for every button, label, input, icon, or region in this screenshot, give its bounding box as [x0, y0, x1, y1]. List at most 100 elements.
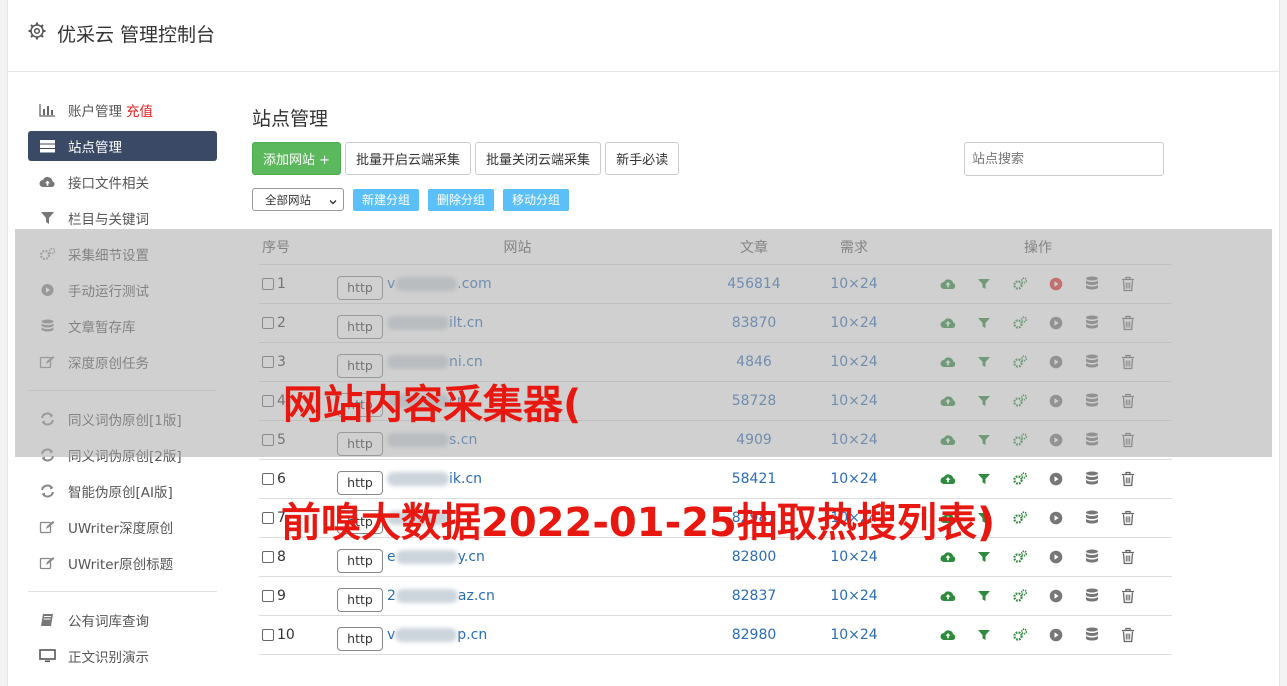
cloud-upload-icon: [39, 175, 56, 190]
play-circle-icon[interactable]: [1048, 549, 1064, 565]
move-group-button[interactable]: 移动分组: [503, 188, 570, 211]
gray-overlay: [15, 229, 1272, 457]
guide-button[interactable]: 新手必读: [605, 142, 680, 175]
trash-icon[interactable]: [1120, 627, 1136, 643]
gears-icon[interactable]: [1012, 627, 1028, 643]
page-title: 站点管理: [252, 108, 329, 130]
sidebar-item-label: UWriter深度原创: [68, 521, 174, 537]
article-count[interactable]: 82980: [704, 615, 804, 655]
filter-icon[interactable]: [976, 549, 992, 565]
row-number: 10: [277, 626, 295, 643]
site-suffix: y.cn: [457, 548, 485, 565]
top-bar: 优采云 管理控制台: [8, 0, 1279, 72]
row-checkbox[interactable]: [262, 628, 274, 641]
sidebar-item-label: 站点管理: [68, 140, 122, 156]
database-icon[interactable]: [1084, 627, 1100, 643]
trash-icon[interactable]: [1120, 549, 1136, 565]
bar-chart-icon: [39, 103, 56, 118]
trash-icon[interactable]: [1120, 510, 1136, 526]
play-circle-icon[interactable]: [1048, 627, 1064, 643]
actions-cell: [904, 576, 1172, 616]
database-icon[interactable]: [1084, 510, 1100, 526]
site-search-input[interactable]: [964, 142, 1164, 176]
gears-icon[interactable]: [1012, 510, 1028, 526]
new-group-button[interactable]: 新建分组: [353, 188, 420, 211]
sidebar-divider: [28, 591, 217, 592]
sidebar-item[interactable]: 公有词库查询: [28, 602, 217, 638]
sidebar-item[interactable]: UWriter原创标题: [28, 545, 217, 581]
row-checkbox[interactable]: [262, 511, 274, 524]
edit-icon: [39, 556, 56, 571]
batch-open-button[interactable]: 批量开启云端采集: [345, 142, 472, 175]
toolbar: 添加网站 + 批量开启云端采集 批量关闭云端采集 新手必读: [252, 142, 683, 175]
group-select-value: 全部网站: [265, 192, 311, 207]
cloud-upload-icon[interactable]: [940, 549, 956, 565]
sidebar-item-label: 账户管理: [68, 104, 122, 120]
group-select[interactable]: 全部网站: [252, 188, 344, 211]
refresh-icon: [39, 484, 56, 499]
gears-icon[interactable]: [1012, 588, 1028, 604]
site-link[interactable]: e y.cn: [387, 549, 485, 565]
batch-close-button[interactable]: 批量关闭云端采集: [475, 142, 602, 175]
site-link[interactable]: v p.cn: [387, 627, 487, 643]
chevron-down-icon: [329, 195, 337, 205]
site-prefix: e: [387, 548, 396, 565]
filter-icon[interactable]: [976, 588, 992, 604]
watermark-line1: 网站内容采集器(: [283, 382, 582, 428]
article-count[interactable]: 82837: [704, 576, 804, 616]
need-value[interactable]: 10×24: [804, 615, 904, 655]
book-icon: [39, 613, 56, 628]
trash-icon[interactable]: [1120, 471, 1136, 487]
group-controls: 全部网站 新建分组 删除分组 移动分组: [252, 188, 570, 211]
sidebar-item[interactable]: UWriter深度原创: [28, 509, 217, 545]
play-circle-icon[interactable]: [1048, 471, 1064, 487]
filter-icon: [39, 211, 56, 226]
blurred-domain: [395, 549, 458, 564]
row-checkbox[interactable]: [262, 472, 274, 485]
site-suffix: ik.cn: [449, 470, 483, 487]
play-circle-icon[interactable]: [1048, 588, 1064, 604]
row-number: 9: [277, 587, 286, 604]
sidebar-item-label: 公有词库查询: [68, 614, 149, 630]
actions-cell: [904, 615, 1172, 655]
site-cell: http 2 az.cn: [331, 576, 704, 616]
add-site-button[interactable]: 添加网站 +: [252, 142, 342, 175]
sidebar-item-label: UWriter原创标题: [68, 557, 174, 573]
need-value[interactable]: 10×24: [804, 576, 904, 616]
sidebar-item[interactable]: 正文识别演示: [28, 638, 217, 674]
row-number-cell: 10: [259, 615, 331, 655]
cloud-upload-icon[interactable]: [940, 471, 956, 487]
recharge-link[interactable]: 充值: [126, 100, 153, 120]
row-checkbox[interactable]: [262, 550, 274, 563]
row-number-cell: 9: [259, 576, 331, 616]
server-icon: [39, 139, 56, 154]
watermark-line2: 前嗅大数据2022-01-25抽取热搜列表): [281, 500, 996, 546]
database-icon[interactable]: [1084, 588, 1100, 604]
protocol-badge: http: [337, 587, 383, 612]
row-number: 6: [277, 470, 286, 487]
cloud-upload-icon[interactable]: [940, 627, 956, 643]
cloud-upload-icon[interactable]: [940, 588, 956, 604]
play-circle-icon[interactable]: [1048, 510, 1064, 526]
site-link[interactable]: 2 az.cn: [387, 588, 495, 604]
protocol-badge: http: [337, 548, 383, 573]
database-icon[interactable]: [1084, 549, 1100, 565]
row-checkbox[interactable]: [262, 589, 274, 602]
sidebar-item-label: 接口文件相关: [68, 176, 149, 192]
filter-icon[interactable]: [976, 471, 992, 487]
sidebar-item-label: 正文识别演示: [68, 650, 149, 666]
database-icon[interactable]: [1084, 471, 1100, 487]
sidebar-item[interactable]: 账户管理 充值: [28, 92, 217, 128]
row-number: 8: [277, 548, 286, 565]
site-cell: http v p.cn: [331, 615, 704, 655]
trash-icon[interactable]: [1120, 588, 1136, 604]
sidebar-item[interactable]: 接口文件相关: [28, 164, 217, 200]
sidebar-item-label: 智能伪原创[AI版]: [68, 485, 173, 501]
gears-icon[interactable]: [1012, 471, 1028, 487]
sidebar-item[interactable]: 智能伪原创[AI版]: [28, 473, 217, 509]
gears-icon[interactable]: [1012, 549, 1028, 565]
site-link[interactable]: ik.cn: [387, 471, 482, 487]
sidebar-item[interactable]: 站点管理: [28, 131, 217, 161]
delete-group-button[interactable]: 删除分组: [428, 188, 495, 211]
filter-icon[interactable]: [976, 627, 992, 643]
